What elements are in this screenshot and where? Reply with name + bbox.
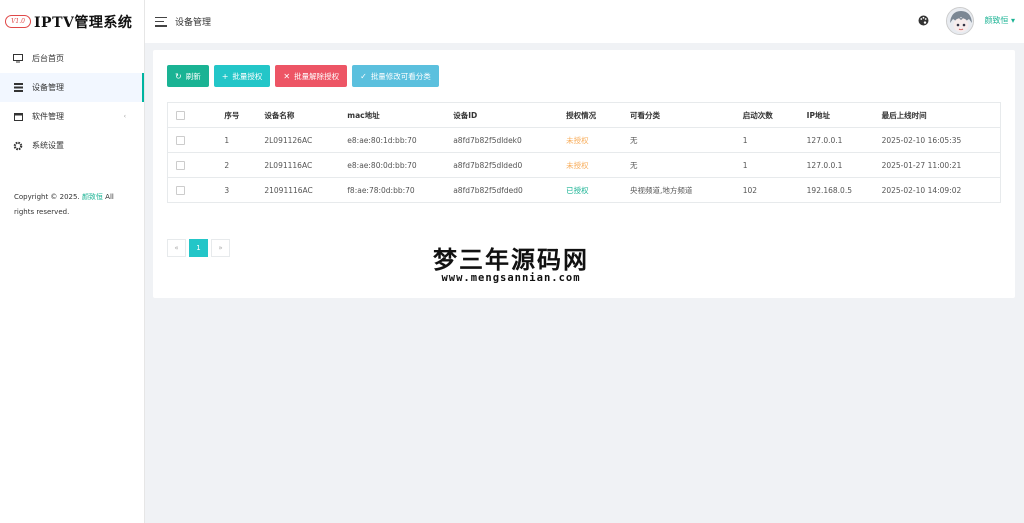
select-all-checkbox[interactable] [176, 110, 185, 120]
pagination: « 1 » [167, 239, 233, 257]
watermark-url: www.mengsannian.com [441, 272, 581, 284]
column-header[interactable]: IP地址 [800, 102, 876, 128]
column-header[interactable]: 可看分类 [623, 102, 737, 128]
device-table: 序号 设备名称 mac地址 设备ID 授权情况 可看分类 启动次数 IP地址 最… [167, 102, 1001, 203]
cell-launch-count: 1 [736, 127, 801, 153]
column-header[interactable]: 序号 [218, 102, 259, 128]
sidebar-item-label: 系统设置 [32, 141, 64, 150]
sidebar-item-label: 设备管理 [32, 83, 64, 92]
palette-icon[interactable] [918, 15, 929, 26]
table-row[interactable]: 1 2L091126AC e8:ae:80:1d:bb:70 a8fd7b82f… [167, 127, 1001, 153]
sidebar-item-label: 后台首页 [32, 54, 64, 63]
copyright-author[interactable]: 颜致恒 [82, 193, 103, 201]
next-page-button[interactable]: » [211, 239, 230, 257]
sidebar-item-settings[interactable]: 系统设置 [0, 131, 144, 160]
monitor-icon [13, 54, 23, 64]
list-icon [13, 83, 23, 93]
watermark-cn: 梦三年源码网 [433, 245, 589, 274]
check-icon: ✓ [360, 71, 367, 81]
plus-icon: + [221, 71, 229, 81]
table-row[interactable]: 2 2L091116AC e8:ae:80:0d:bb:70 a8fd7b82f… [167, 152, 1001, 178]
menu-toggle-icon[interactable] [155, 16, 167, 27]
cell-device-name: 2L091116AC [258, 152, 342, 178]
caret-down-icon: ▾ [1010, 16, 1015, 25]
batch-revoke-button[interactable]: ✕ 批量解除授权 [275, 65, 348, 87]
cell-launch-count: 102 [736, 177, 801, 203]
batch-revoke-label: 批量解除授权 [294, 71, 340, 81]
cell-last-online: 2025-01-27 11:00:21 [875, 152, 1001, 178]
cell-device-id: a8fd7b82f5dlded0 [447, 152, 561, 178]
top-header: 设备管理 颜致恒 ▾ [145, 0, 1024, 43]
cell-mac: f8:ae:78:0d:bb:70 [341, 177, 448, 203]
cell-launch-count: 1 [736, 152, 801, 178]
table-header-row: 序号 设备名称 mac地址 设备ID 授权情况 可看分类 启动次数 IP地址 最… [167, 102, 1001, 128]
refresh-button[interactable]: ↻ 刷新 [167, 65, 209, 87]
sidebar-item-label: 软件管理 [32, 112, 64, 121]
cell-device-name: 2L091126AC [258, 127, 342, 153]
close-icon: ✕ [283, 71, 291, 81]
column-header[interactable]: 启动次数 [736, 102, 801, 128]
cell-category: 无 [623, 152, 737, 178]
cell-ip: 192.168.0.5 [800, 177, 876, 203]
cell-index: 1 [218, 127, 259, 153]
cell-ip: 127.0.0.1 [800, 152, 876, 178]
sidebar-item-software[interactable]: 软件管理 ‹ [0, 102, 144, 131]
chevron-left-icon: ‹ [123, 113, 126, 120]
table-row[interactable]: 3 21091116AC f8:ae:78:0d:bb:70 a8fd7b82f… [167, 177, 1001, 203]
cell-index: 3 [218, 177, 259, 203]
cell-mac: e8:ae:80:0d:bb:70 [341, 152, 448, 178]
sidebar-menu: 后台首页 设备管理 软件管理 ‹ 系统设置 [0, 44, 144, 160]
breadcrumb: 设备管理 [175, 18, 212, 28]
app-title: IPTV管理系统 [34, 14, 133, 31]
row-select-cell [167, 127, 219, 153]
cell-auth-status: 未授权 [560, 152, 624, 178]
row-checkbox[interactable] [176, 185, 185, 195]
sidebar-item-devices[interactable]: 设备管理 [0, 73, 144, 102]
sidebar: V1.0 IPTV管理系统 后台首页 设备管理 软件管理 ‹ 系统设置 Copy… [0, 0, 145, 523]
row-checkbox[interactable] [176, 135, 185, 145]
sidebar-item-dashboard[interactable]: 后台首页 [0, 44, 144, 73]
version-badge: V1.0 [5, 15, 31, 28]
batch-edit-category-button[interactable]: ✓ 批量修改可看分类 [352, 65, 439, 87]
page-button-current[interactable]: 1 [189, 239, 208, 257]
cell-device-name: 21091116AC [258, 177, 342, 203]
username-label: 颜致恒 [984, 16, 1009, 25]
batch-authorize-label: 批量授权 [232, 71, 263, 81]
cell-last-online: 2025-02-10 14:09:02 [875, 177, 1001, 203]
cell-ip: 127.0.0.1 [800, 127, 876, 153]
cell-mac: e8:ae:80:1d:bb:70 [341, 127, 448, 153]
column-header[interactable]: mac地址 [341, 102, 448, 128]
device-panel: ↻ 刷新 + 批量授权 ✕ 批量解除授权 ✓ 批量修改可看分类 序号 设备名称 [153, 50, 1015, 298]
cell-last-online: 2025-02-10 16:05:35 [875, 127, 1001, 153]
cell-category: 央视频道,地方频道 [623, 177, 737, 203]
cell-category: 无 [623, 127, 737, 153]
cell-device-id: a8fd7b82f5dldek0 [447, 127, 561, 153]
row-select-cell [167, 152, 219, 178]
window-icon [13, 112, 23, 122]
gear-icon [13, 141, 23, 151]
refresh-icon: ↻ [175, 71, 182, 81]
batch-edit-category-label: 批量修改可看分类 [370, 71, 431, 81]
row-checkbox[interactable] [176, 160, 185, 170]
watermark: 梦三年源码网 www.mengsannian.com [421, 240, 601, 284]
toolbar: ↻ 刷新 + 批量授权 ✕ 批量解除授权 ✓ 批量修改可看分类 [167, 65, 444, 87]
user-menu[interactable]: 颜致恒 ▾ [984, 15, 1015, 26]
cell-auth-status: 未授权 [560, 127, 624, 153]
copyright-prefix: Copyright © 2025. [14, 193, 80, 201]
column-header[interactable]: 最后上线时间 [875, 102, 1001, 128]
batch-authorize-button[interactable]: + 批量授权 [213, 65, 271, 87]
column-header[interactable]: 授权情况 [560, 102, 624, 128]
cell-index: 2 [218, 152, 259, 178]
copyright: Copyright © 2025. 颜致恒 All rights reserve… [0, 160, 144, 220]
column-header[interactable]: 设备ID [447, 102, 561, 128]
cell-auth-status: 已授权 [560, 177, 624, 203]
refresh-button-label: 刷新 [185, 71, 201, 81]
column-header[interactable]: 设备名称 [258, 102, 342, 128]
row-select-cell [167, 177, 219, 203]
select-all-cell [167, 102, 219, 128]
prev-page-button[interactable]: « [167, 239, 186, 257]
cell-device-id: a8fd7b82f5dfded0 [447, 177, 561, 203]
avatar[interactable] [946, 7, 974, 35]
app-logo[interactable]: V1.0 IPTV管理系统 [0, 0, 144, 43]
